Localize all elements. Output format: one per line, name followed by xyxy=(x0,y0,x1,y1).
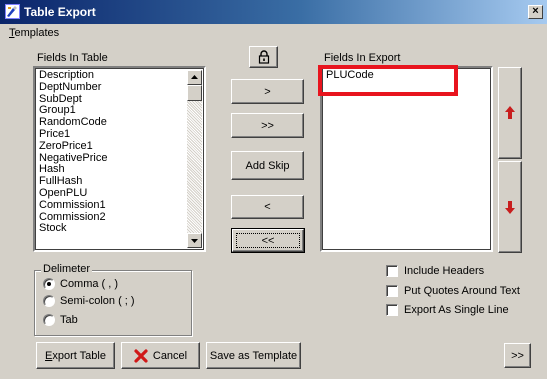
window-title: Table Export xyxy=(24,5,96,19)
radio-tab-label: Tab xyxy=(60,314,78,326)
radio-semicolon[interactable]: Semi-colon ( ; ) xyxy=(43,295,135,307)
arrow-up-icon xyxy=(505,106,515,119)
add-all-fields-button[interactable]: >> xyxy=(231,113,304,138)
remove-field-button[interactable]: < xyxy=(231,195,304,219)
single-line-box[interactable] xyxy=(386,304,398,316)
scroll-down-button[interactable] xyxy=(187,233,202,248)
include-headers-label: Include Headers xyxy=(404,265,485,277)
radio-comma-label: Comma ( , ) xyxy=(60,278,119,290)
scroll-up-button[interactable] xyxy=(187,70,202,85)
include-headers-checkbox[interactable]: Include Headers xyxy=(386,265,484,277)
fields-in-table-label: Fields In Table xyxy=(37,52,108,64)
list-item[interactable]: Price1 xyxy=(39,128,107,141)
highlight-box xyxy=(318,65,458,96)
fields-in-table-scrollbar[interactable] xyxy=(187,70,202,248)
menu-bar: Templates xyxy=(0,24,547,43)
single-line-checkbox[interactable]: Export As Single Line xyxy=(386,304,509,316)
radio-comma[interactable]: Comma ( , ) xyxy=(43,278,118,290)
radio-tab-indicator[interactable] xyxy=(43,314,55,326)
scroll-up-arrow-icon xyxy=(191,75,198,79)
scroll-thumb[interactable] xyxy=(187,85,202,101)
export-table-label: Export Table xyxy=(45,349,106,362)
put-quotes-checkbox[interactable]: Put Quotes Around Text xyxy=(386,285,520,297)
menu-templates[interactable]: Templates xyxy=(9,27,59,39)
app-icon xyxy=(5,4,20,19)
remove-all-fields-button[interactable]: << xyxy=(231,228,305,253)
lock-icon xyxy=(258,50,269,64)
lock-button[interactable] xyxy=(249,46,278,68)
fields-in-export-label: Fields In Export xyxy=(324,52,401,64)
fields-in-table-list[interactable]: Description DeptNumber SubDept Group1 Random… xyxy=(33,66,206,252)
save-as-template-button[interactable]: Save as Template xyxy=(206,342,301,369)
title-bar: Table Export × xyxy=(0,0,547,24)
more-options-button[interactable]: >> xyxy=(504,343,531,368)
arrow-down-icon xyxy=(505,201,515,214)
list-item[interactable]: DeptNumber xyxy=(39,81,107,94)
close-button[interactable]: × xyxy=(528,5,543,19)
add-skip-button[interactable]: Add Skip xyxy=(231,151,304,180)
list-item[interactable]: Stock xyxy=(39,223,107,235)
radio-semicolon-label: Semi-colon ( ; ) xyxy=(60,295,135,307)
red-x-icon xyxy=(134,348,148,363)
single-line-label: Export As Single Line xyxy=(404,304,509,316)
list-item[interactable]: OpenPLU xyxy=(39,187,107,200)
export-table-button[interactable]: Export Table xyxy=(36,342,115,369)
add-field-button[interactable]: > xyxy=(231,79,304,104)
delimeter-label: Delimeter xyxy=(41,263,93,275)
move-down-button[interactable] xyxy=(498,161,522,253)
list-item[interactable]: Commission1 xyxy=(39,199,107,212)
scroll-down-arrow-icon xyxy=(191,239,198,243)
fields-in-table-items: Description DeptNumber SubDept Group1 Random… xyxy=(39,69,107,235)
move-up-button[interactable] xyxy=(498,67,522,159)
put-quotes-label: Put Quotes Around Text xyxy=(404,285,520,297)
radio-semicolon-indicator[interactable] xyxy=(43,295,55,307)
radio-comma-indicator[interactable] xyxy=(43,278,55,290)
cancel-label: Cancel xyxy=(152,349,188,362)
put-quotes-box[interactable] xyxy=(386,285,398,297)
list-item[interactable]: ZeroPrice1 xyxy=(39,140,107,153)
include-headers-box[interactable] xyxy=(386,265,398,277)
cancel-button[interactable]: Cancel xyxy=(121,342,200,369)
radio-tab[interactable]: Tab xyxy=(43,314,78,326)
